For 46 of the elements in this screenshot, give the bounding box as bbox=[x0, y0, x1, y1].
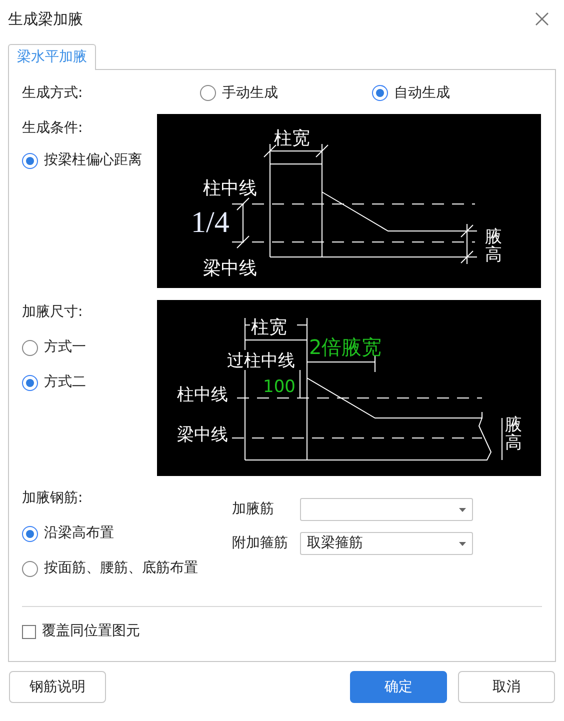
diagram-label: 腋高 bbox=[505, 415, 522, 453]
dropdown-field[interactable] bbox=[300, 498, 473, 521]
radio-button[interactable] bbox=[372, 85, 388, 101]
field-label: 加腋筋 bbox=[232, 500, 275, 519]
radio-option[interactable]: 按梁柱偏心距离 bbox=[22, 150, 157, 171]
radio-option[interactable]: 按面筋、腰筋、底筋布置 bbox=[22, 558, 232, 579]
section-label: 加腋钢筋: bbox=[22, 489, 84, 508]
diagram-label: 腋高 bbox=[485, 227, 502, 265]
radio-button[interactable] bbox=[22, 374, 38, 390]
diagram-label: 2倍腋宽 bbox=[309, 335, 382, 359]
diagram-label: 梁中线 bbox=[203, 258, 257, 279]
ratio-label: 1/4 bbox=[191, 206, 230, 239]
checkbox-option[interactable]: 覆盖同位置图元 bbox=[22, 621, 542, 642]
radio-option[interactable]: 手动生成 bbox=[200, 82, 278, 104]
radio-option[interactable]: 自动生成 bbox=[372, 82, 450, 104]
diagram-label: 柱中线 bbox=[177, 385, 228, 405]
diagram-label: 过柱中线 bbox=[227, 351, 295, 371]
radio-button[interactable] bbox=[200, 85, 216, 101]
dropdown-arrow-icon bbox=[459, 542, 466, 546]
radio-button[interactable] bbox=[22, 560, 38, 576]
dialog-button[interactable]: 取消 bbox=[458, 671, 555, 703]
window-title: 生成梁加腋 bbox=[8, 8, 83, 30]
section-label: 生成方式: bbox=[22, 84, 84, 102]
diagram-label: 100 bbox=[263, 377, 296, 397]
radio-option[interactable]: 沿梁高布置 bbox=[22, 523, 232, 544]
checkbox[interactable] bbox=[22, 624, 36, 638]
close-icon[interactable] bbox=[534, 11, 550, 27]
diagram-label: 柱宽 bbox=[274, 128, 310, 149]
dialog-button[interactable]: 确定 bbox=[350, 671, 447, 703]
dropdown-field[interactable]: 取梁箍筋 bbox=[300, 532, 473, 555]
dimension-line bbox=[264, 144, 328, 158]
diagram-label: 梁中线 bbox=[177, 425, 228, 445]
dropdown-arrow-icon bbox=[459, 508, 466, 512]
field-label: 附加箍筋 bbox=[232, 534, 289, 553]
dimension-line bbox=[236, 198, 250, 248]
section-label: 生成条件: bbox=[22, 119, 84, 138]
radio-option[interactable]: 方式一 bbox=[22, 337, 157, 358]
diagram-label: 柱宽 bbox=[251, 317, 287, 338]
section-label: 加腋尺寸: bbox=[22, 303, 84, 322]
radio-button[interactable] bbox=[22, 526, 38, 542]
dimension-line bbox=[460, 224, 474, 264]
radio-button[interactable] bbox=[22, 340, 38, 356]
dialog-button[interactable]: 钢筋说明 bbox=[9, 671, 106, 703]
radio-option[interactable]: 方式二 bbox=[22, 372, 157, 393]
radio-button[interactable] bbox=[22, 152, 38, 168]
diagram-label: 柱中线 bbox=[203, 178, 257, 199]
